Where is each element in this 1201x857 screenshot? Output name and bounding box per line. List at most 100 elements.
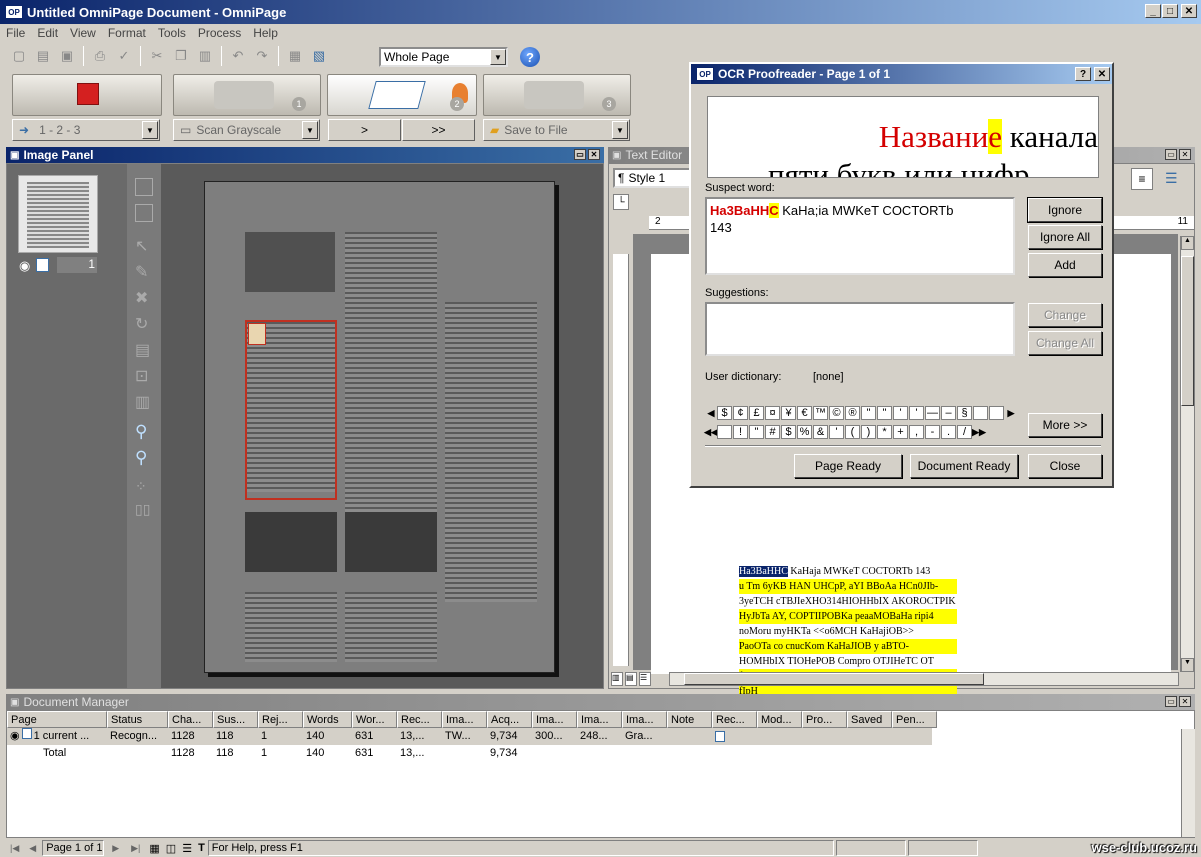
char-button[interactable]: +: [893, 425, 908, 439]
style-select[interactable]: ¶ Style 1: [613, 168, 701, 188]
omnipage-app-icon[interactable]: OP: [5, 5, 23, 19]
rotate-icon[interactable]: ↻: [135, 314, 161, 334]
column-header[interactable]: Mod...: [757, 711, 802, 728]
minimize-button[interactable]: _: [1145, 4, 1161, 18]
char-button[interactable]: /: [957, 425, 972, 439]
char-button[interactable]: [989, 406, 1004, 420]
column-header[interactable]: Ima...: [577, 711, 622, 728]
char-button[interactable]: ™: [813, 406, 828, 420]
scan-step-button[interactable]: 1: [173, 74, 321, 116]
next-page-icon[interactable]: ▶: [112, 843, 119, 854]
paste-icon[interactable]: ▥: [194, 45, 216, 67]
zoom-out-icon[interactable]: ⚲: [135, 448, 161, 468]
char-button[interactable]: (: [845, 425, 860, 439]
char-button[interactable]: ®: [845, 406, 860, 420]
stop-button[interactable]: [12, 74, 162, 116]
char-button[interactable]: #: [765, 425, 780, 439]
chevron-down-icon[interactable]: ▼: [142, 121, 158, 139]
select-tool-icon[interactable]: [135, 178, 153, 196]
column-header[interactable]: Acq...: [487, 711, 532, 728]
table-row[interactable]: ◉ 1 current ... Recogn... 1128 118 1 140 …: [7, 728, 932, 745]
char-button[interactable]: —: [925, 406, 940, 420]
char-button[interactable]: –: [941, 406, 956, 420]
column-header[interactable]: Pen...: [892, 711, 937, 728]
next-page-button[interactable]: >: [328, 119, 401, 141]
help-icon[interactable]: ?: [520, 47, 540, 67]
column-header[interactable]: Status: [107, 711, 168, 728]
export-step-button[interactable]: 3: [483, 74, 631, 116]
new-document-icon[interactable]: ▢: [8, 45, 30, 67]
zones-icon[interactable]: ◫: [166, 842, 176, 855]
last-page-button[interactable]: >>: [402, 119, 475, 141]
split-icon[interactable]: ▯▯: [135, 501, 161, 518]
first-page-icon[interactable]: |◀: [10, 843, 19, 854]
suggestions-list[interactable]: [705, 302, 1015, 356]
char-button[interactable]: !: [733, 425, 748, 439]
view-plain-icon[interactable]: ☰: [639, 672, 651, 686]
tab-stop-icon[interactable]: └: [613, 194, 629, 210]
zoom-select[interactable]: Whole Page ▼: [379, 47, 508, 67]
char-button[interactable]: ': [909, 406, 924, 420]
column-header[interactable]: Ima...: [532, 711, 577, 728]
list-icon[interactable]: ☰: [1165, 170, 1178, 187]
panel-restore-icon[interactable]: ▭: [1165, 696, 1177, 707]
maximize-button[interactable]: □: [1162, 4, 1178, 18]
menu-process[interactable]: Process: [192, 26, 247, 40]
column-header[interactable]: Note: [667, 711, 712, 728]
page-thumbnail[interactable]: [18, 175, 98, 253]
column-header[interactable]: Ima...: [622, 711, 667, 728]
column-header[interactable]: Saved: [847, 711, 892, 728]
char-button[interactable]: ): [861, 425, 876, 439]
page-view-icon[interactable]: ▦: [284, 45, 306, 67]
open-icon[interactable]: ▤: [32, 45, 54, 67]
vertical-scrollbar[interactable]: ▲ ▼: [1180, 236, 1194, 672]
spell-check-icon[interactable]: ✓: [113, 45, 135, 67]
char-button[interactable]: ¤: [765, 406, 780, 420]
menu-edit[interactable]: Edit: [31, 26, 64, 40]
deskew-icon[interactable]: ▤: [135, 340, 161, 360]
save-target-select[interactable]: ▰ Save to File ▼: [483, 119, 630, 141]
close-button[interactable]: Close: [1028, 454, 1102, 478]
ignore-button[interactable]: Ignore: [1027, 197, 1103, 223]
char-button[interactable]: $: [781, 425, 796, 439]
cut-icon[interactable]: ✂: [146, 45, 168, 67]
column-header[interactable]: Page: [7, 711, 107, 728]
prev-chars-icon[interactable]: ◀: [705, 408, 717, 419]
char-button[interactable]: ": [877, 406, 892, 420]
menu-file[interactable]: File: [0, 26, 31, 40]
recognized-zone[interactable]: [245, 320, 337, 500]
text-view-icon[interactable]: ☰: [182, 842, 192, 855]
scroll-up-icon[interactable]: ▲: [1181, 236, 1194, 250]
chevron-down-icon[interactable]: ▼: [490, 49, 506, 65]
text-mode-icon[interactable]: T: [198, 842, 205, 854]
pan-icon[interactable]: ⁘: [135, 478, 161, 495]
thumbnails-icon[interactable]: ▦: [149, 842, 159, 855]
char-button[interactable]: [973, 406, 988, 420]
char-button[interactable]: *: [877, 425, 892, 439]
prev-page-icon[interactable]: ◀: [29, 843, 36, 854]
change-all-button[interactable]: Change All: [1028, 331, 1102, 355]
pointer-icon[interactable]: ↖: [135, 236, 161, 256]
char-button[interactable]: ": [861, 406, 876, 420]
menu-tools[interactable]: Tools: [152, 26, 192, 40]
copy-icon[interactable]: ❐: [170, 45, 192, 67]
char-button[interactable]: £: [749, 406, 764, 420]
first-chars-icon[interactable]: ◀◀: [704, 427, 718, 438]
panel-close-icon[interactable]: ✕: [588, 149, 600, 160]
menu-format[interactable]: Format: [102, 26, 152, 40]
char-button[interactable]: ©: [829, 406, 844, 420]
chevron-down-icon[interactable]: ▼: [302, 121, 318, 139]
char-button[interactable]: &: [813, 425, 828, 439]
pages-select[interactable]: ➜ 1 - 2 - 3 ▼: [12, 119, 160, 141]
char-button[interactable]: $: [717, 406, 732, 420]
panel-restore-icon[interactable]: ▭: [574, 149, 586, 160]
column-header[interactable]: Pro...: [802, 711, 847, 728]
add-button[interactable]: Add: [1028, 253, 1102, 277]
char-button[interactable]: ": [749, 425, 764, 439]
close-window-button[interactable]: ✕: [1181, 4, 1197, 18]
justify-icon[interactable]: ≡: [1131, 168, 1153, 190]
column-header[interactable]: Sus...: [213, 711, 258, 728]
column-header[interactable]: Rec...: [712, 711, 757, 728]
column-header[interactable]: Rej...: [258, 711, 303, 728]
next-chars-icon[interactable]: ▶: [1005, 408, 1017, 419]
